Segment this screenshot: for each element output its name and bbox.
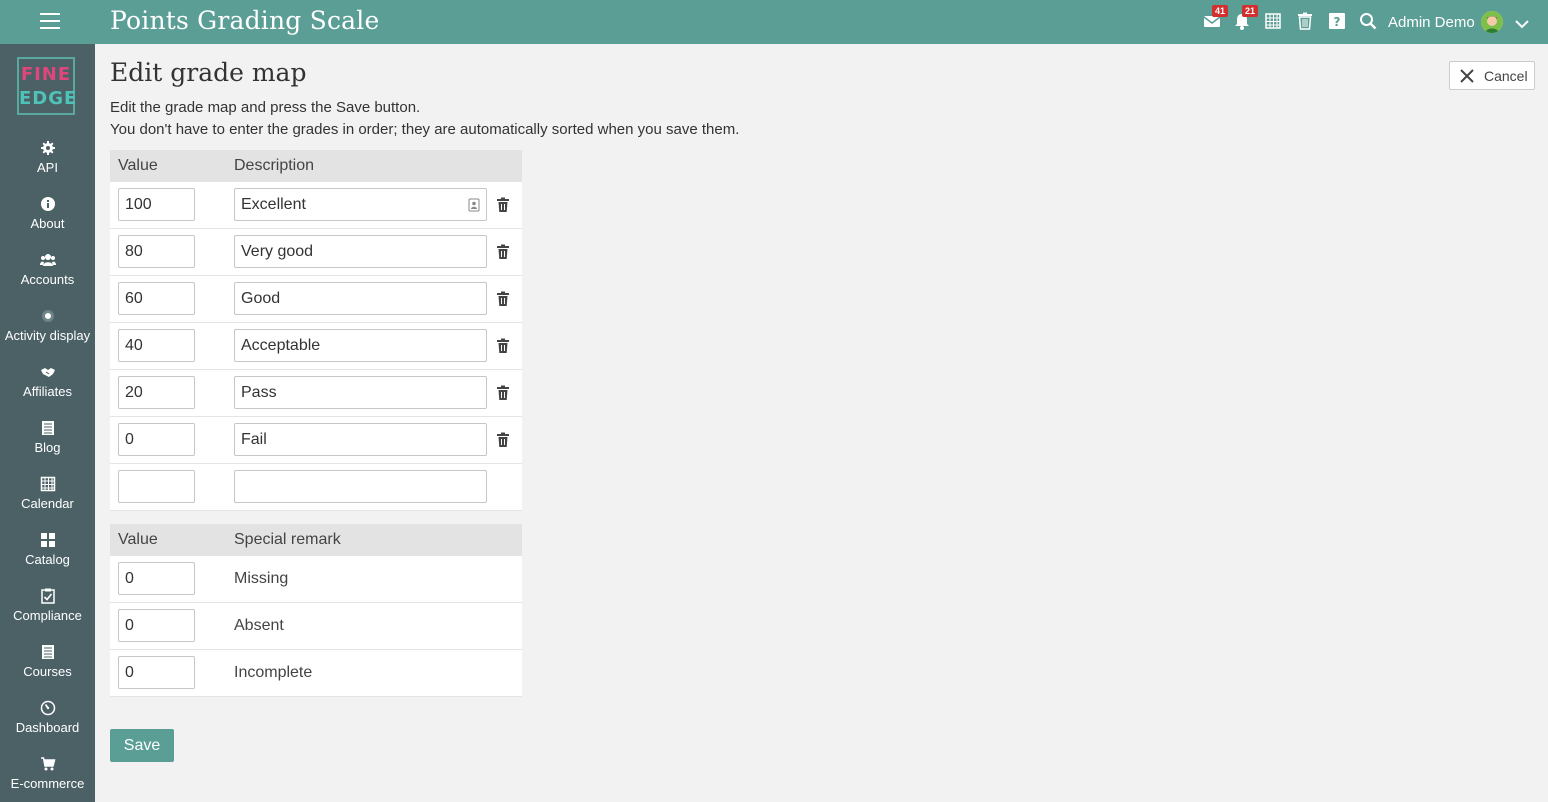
notification-badge: 21 xyxy=(1242,5,1259,17)
sidebar-item-calendar[interactable]: Calendar xyxy=(0,476,95,511)
intro-text-2: You don't have to enter the grades in or… xyxy=(110,121,740,138)
sidebar-item-compliance[interactable]: Compliance xyxy=(0,588,95,623)
grade-value-input[interactable] xyxy=(118,470,195,503)
remark-label: Missing xyxy=(234,570,289,587)
calendar-icon[interactable] xyxy=(1264,12,1284,32)
grid-icon xyxy=(40,533,55,547)
sidebar-item-courses[interactable]: Courses xyxy=(0,644,95,679)
sidebar-item-activity-display[interactable]: Activity display xyxy=(0,308,95,343)
bell-icon[interactable]: 21 xyxy=(1233,5,1259,32)
grade-value-input[interactable] xyxy=(118,329,195,362)
app-title: Points Grading Scale xyxy=(110,6,380,35)
menu-icon[interactable] xyxy=(40,13,60,31)
grade-description-input[interactable] xyxy=(234,470,487,503)
grade-description-input[interactable] xyxy=(234,423,487,456)
delete-row-icon[interactable] xyxy=(496,338,510,354)
grade-value-input[interactable] xyxy=(118,235,195,268)
calendar-icon xyxy=(40,476,55,492)
remark-value-input[interactable] xyxy=(118,656,195,689)
sidebar-item-about[interactable]: About xyxy=(0,196,95,231)
sidebar-item-blog[interactable]: Blog xyxy=(0,420,95,455)
grade-value-input[interactable] xyxy=(118,188,195,221)
grade-description-input[interactable] xyxy=(234,376,487,409)
page-title: Edit grade map xyxy=(110,58,307,87)
remark-value-input[interactable] xyxy=(118,562,195,595)
grade-table-header: Value Description xyxy=(110,150,522,182)
mail-badge: 41 xyxy=(1212,5,1229,17)
blog-icon xyxy=(41,421,54,435)
info-icon xyxy=(40,197,55,211)
grade-value-input[interactable] xyxy=(118,282,195,315)
grade-row-new xyxy=(110,464,522,511)
sidebar-item-ecommerce[interactable]: E-commerce xyxy=(0,756,95,791)
sidebar-item-dashboard[interactable]: Dashboard xyxy=(0,700,95,735)
user-name[interactable]: Admin Demo xyxy=(1388,14,1475,31)
help-icon[interactable]: ? xyxy=(1328,12,1348,32)
dot-icon xyxy=(41,310,54,322)
delete-row-icon[interactable] xyxy=(496,432,510,448)
grade-value-input[interactable] xyxy=(118,376,195,409)
search-icon[interactable] xyxy=(1359,12,1379,32)
grade-row xyxy=(110,370,522,417)
delete-row-icon[interactable] xyxy=(496,244,510,260)
sidebar-item-api[interactable]: API xyxy=(0,140,95,175)
cart-icon xyxy=(40,757,55,771)
users-icon xyxy=(39,254,56,266)
cancel-button[interactable]: Cancel xyxy=(1449,61,1535,90)
remark-row: Missing xyxy=(110,556,522,603)
sidebar-item-catalog[interactable]: Catalog xyxy=(0,532,95,567)
intro-text-1: Edit the grade map and press the Save bu… xyxy=(110,99,421,116)
remark-row: Absent xyxy=(110,603,522,650)
courses-icon xyxy=(41,645,54,659)
delete-row-icon[interactable] xyxy=(496,385,510,401)
column-header-description: Description xyxy=(234,157,315,174)
grade-row xyxy=(110,323,522,370)
logo[interactable]: FINE EDGE xyxy=(17,57,76,115)
grade-row xyxy=(110,229,522,276)
gear-icon xyxy=(40,141,55,155)
grade-map-table: Value Description xyxy=(110,150,522,511)
grade-description-input[interactable] xyxy=(234,329,487,362)
svg-text:?: ? xyxy=(1334,15,1341,29)
delete-row-icon[interactable] xyxy=(496,197,510,213)
remark-row: Incomplete xyxy=(110,650,522,697)
handshake-icon xyxy=(40,368,55,377)
dashboard-icon xyxy=(40,700,55,716)
chevron-down-icon[interactable] xyxy=(1515,16,1529,29)
sidebar-item-affiliates[interactable]: Affiliates xyxy=(0,364,95,399)
delete-row-icon[interactable] xyxy=(496,291,510,307)
sidebar-item-accounts[interactable]: Accounts xyxy=(0,252,95,287)
trash-icon[interactable] xyxy=(1296,12,1316,32)
grade-description-input[interactable] xyxy=(234,282,487,315)
column-header-special-remark: Special remark xyxy=(234,531,341,548)
close-icon xyxy=(1460,69,1474,83)
remark-table-header: Value Special remark xyxy=(110,524,522,556)
avatar[interactable] xyxy=(1481,11,1503,33)
column-header-value: Value xyxy=(118,157,158,174)
grade-description-input[interactable] xyxy=(234,188,487,221)
sidebar: FINE EDGE API About Accounts Activity di… xyxy=(0,44,95,802)
grade-row xyxy=(110,182,522,229)
remark-label: Absent xyxy=(234,617,284,634)
remark-value-input[interactable] xyxy=(118,609,195,642)
column-header-value: Value xyxy=(118,531,158,548)
grade-row xyxy=(110,276,522,323)
checklist-icon xyxy=(40,588,55,604)
remark-label: Incomplete xyxy=(234,664,313,681)
mail-icon[interactable]: 41 xyxy=(1203,5,1229,32)
grade-value-input[interactable] xyxy=(118,423,195,456)
top-bar: Points Grading Scale 41 21 ? Admin Demo xyxy=(0,0,1548,44)
save-button[interactable]: Save xyxy=(110,729,174,762)
grade-row xyxy=(110,417,522,464)
special-remark-table: Value Special remark Missing Absent Inco… xyxy=(110,524,522,697)
contact-card-icon[interactable] xyxy=(468,198,480,212)
grade-description-input[interactable] xyxy=(234,235,487,268)
